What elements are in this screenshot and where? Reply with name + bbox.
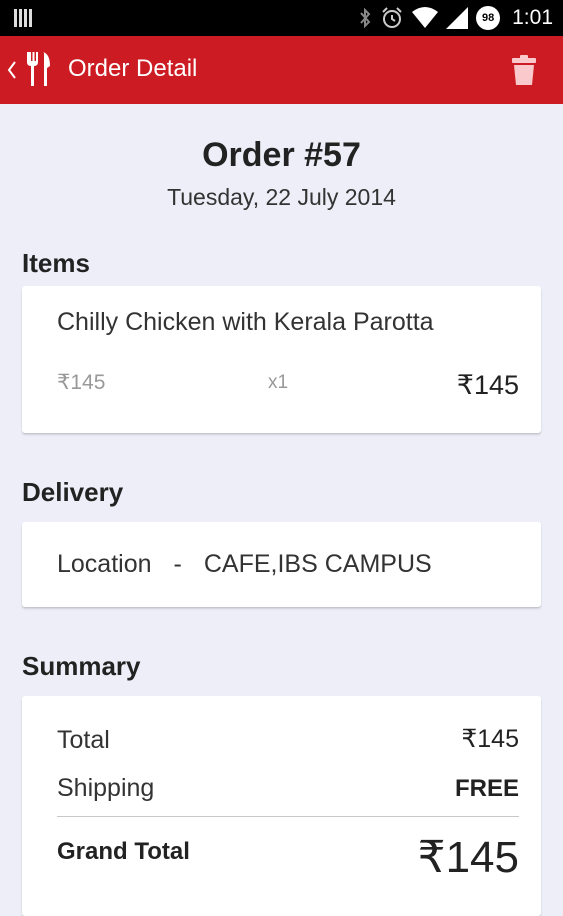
item-card[interactable]: Chilly Chicken with Kerala Parotta ₹145 … bbox=[22, 286, 541, 433]
delivery-value: CAFE,IBS CAMPUS bbox=[203, 550, 432, 578]
shipping-value: FREE bbox=[454, 775, 519, 802]
status-bar: 98 1:01 bbox=[0, 0, 563, 36]
trash-icon[interactable] bbox=[511, 54, 537, 86]
status-time: 1:01 bbox=[512, 6, 553, 29]
items-heading: Items bbox=[22, 248, 90, 278]
chevron-left-icon[interactable] bbox=[6, 58, 18, 82]
item-unit-price: ₹145 bbox=[57, 371, 106, 394]
order-title: Order #57 bbox=[202, 136, 361, 174]
item-name: Chilly Chicken with Kerala Parotta bbox=[57, 308, 434, 336]
summary-card: Total ₹145 Shipping FREE Grand Total ₹14… bbox=[22, 696, 541, 916]
notification-bars-icon bbox=[14, 9, 32, 27]
app-bar: Order Detail bbox=[0, 36, 563, 104]
summary-heading: Summary bbox=[22, 651, 141, 681]
delivery-separator: - bbox=[173, 550, 182, 578]
item-total: ₹145 bbox=[456, 370, 519, 400]
bluetooth-icon bbox=[360, 7, 371, 29]
battery-icon: 98 bbox=[476, 6, 501, 30]
item-quantity: x1 bbox=[268, 372, 289, 393]
delivery-card: Location - CAFE,IBS CAMPUS bbox=[22, 522, 541, 607]
signal-icon bbox=[446, 7, 469, 29]
order-detail-content: Order #57 Tuesday, 22 July 2014 Items Ch… bbox=[0, 104, 563, 916]
delivery-label: Location bbox=[57, 550, 152, 578]
total-value: ₹145 bbox=[461, 725, 519, 753]
alarm-icon bbox=[382, 7, 402, 28]
battery-level: 98 bbox=[482, 12, 495, 24]
status-icons: 98 1:01 bbox=[358, 0, 553, 36]
page-title: Order Detail bbox=[68, 55, 198, 82]
wifi-icon bbox=[412, 7, 439, 28]
shipping-label: Shipping bbox=[57, 774, 155, 802]
delivery-location: Location - CAFE,IBS CAMPUS bbox=[57, 550, 432, 579]
summary-divider bbox=[57, 816, 519, 817]
total-label: Total bbox=[57, 726, 110, 754]
grand-total-value: ₹145 bbox=[417, 833, 519, 882]
fork-knife-icon[interactable] bbox=[24, 50, 54, 88]
order-date: Tuesday, 22 July 2014 bbox=[167, 184, 396, 210]
delivery-heading: Delivery bbox=[22, 477, 124, 507]
grand-total-label: Grand Total bbox=[57, 838, 190, 865]
